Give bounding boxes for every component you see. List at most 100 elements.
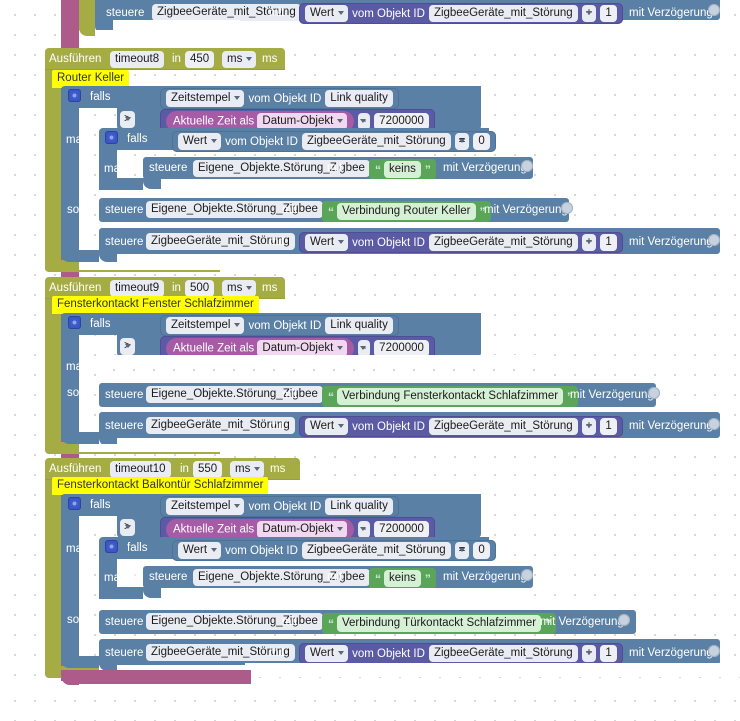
timeout9-left-getter[interactable]: Zeitstempel [166, 317, 245, 334]
timeout8-inner-getter[interactable]: Wert [178, 133, 222, 150]
timeout8-delay-field[interactable]: 450 [185, 51, 215, 69]
timeout8-left-getter[interactable]: Zeitstempel [166, 90, 245, 107]
timeout8-else2-object[interactable]: ZigbeeGeräte_mit_Störung [428, 234, 578, 251]
timeout10-else1-text-block[interactable]: “ Verbindung Türkontackt Schlafzimmer ” [322, 613, 557, 634]
timeout10-comment[interactable]: Fensterkontackt Balkontür Schlafzimmer [52, 477, 269, 495]
timeout10-else2-getter[interactable]: Wert [305, 645, 349, 662]
timeout8-else1-text-block[interactable]: “ Verbindung Router Keller ” [322, 201, 491, 222]
timeout10-compare-op-field[interactable]: > [120, 519, 135, 537]
blockly-workspace[interactable]: steuere ZigbeeGeräte_mit_Störung mit Wer… [0, 0, 740, 721]
timeout8-then-delay-label: mit Verzögerung [443, 162, 527, 174]
top-of-label: vom Objekt ID [352, 7, 425, 20]
timeout9-compare-op-field[interactable]: > [120, 338, 135, 356]
top-delay-toggle[interactable] [708, 4, 720, 16]
timeout9-else1-delay-label: mit Verzögerung [570, 389, 654, 401]
timeout9-falls-label: falls [90, 318, 111, 330]
timeout8-inner-value[interactable]: 0 [473, 133, 490, 150]
timeout10-right-value[interactable]: 7200000 [374, 521, 429, 538]
timeout8-sonst-label: sonst [67, 204, 95, 216]
timeout9-else2-arith[interactable]: Wert vom Objekt ID ZigbeeGeräte_mit_Stör… [299, 416, 623, 437]
timeout10-else2-object[interactable]: ZigbeeGeräte_mit_Störung [428, 645, 578, 662]
timeout8-name-field[interactable]: timeout8 [110, 51, 165, 69]
timeout9-else1-text[interactable]: Verbindung Fensterkontackt Schlafzimmer [337, 388, 564, 405]
timeout8-inner-op[interactable]: = [454, 133, 470, 150]
workspace-bottom-empty [0, 686, 740, 721]
timeout9-comment[interactable]: Fensterkontackt Fenster Schlafzimmer [52, 296, 259, 314]
timeout8-then-delay-toggle[interactable] [521, 160, 533, 172]
timeout9-in-label: in [172, 282, 181, 294]
timeout10-left-object[interactable]: Link quality [325, 498, 393, 515]
timeout8-inner-object[interactable]: ZigbeeGeräte_mit_Störung [301, 133, 451, 150]
timeout9-else1-delay-toggle[interactable] [648, 387, 660, 399]
timeout9-else2-delay-toggle[interactable] [708, 418, 720, 430]
timeout8-body-rail[interactable] [45, 70, 61, 270]
timeout9-else2-operand[interactable]: 1 [600, 418, 617, 435]
timeout10-left-getvalue[interactable]: Zeitstempel vom Objekt ID Link quality [160, 496, 399, 517]
timeout10-inner-getter[interactable]: Wert [178, 542, 222, 559]
timeout10-else2-op[interactable]: + [581, 645, 597, 662]
timeout10-then-target: Eigene_Objekte.Störung_Zigbee [193, 569, 370, 587]
timeout9-body-rail[interactable] [45, 299, 61, 451]
timeout8-left-object[interactable]: Link quality [325, 90, 393, 107]
timeout10-inner-object[interactable]: ZigbeeGeräte_mit_Störung [301, 542, 451, 559]
timeout8-left-of: vom Objekt ID [248, 92, 322, 105]
timeout8-else1-delay-toggle[interactable] [561, 202, 573, 214]
timeout10-else2-operand[interactable]: 1 [600, 645, 617, 662]
top-getter-field[interactable]: Wert [305, 5, 349, 22]
timeout10-then-text-block[interactable]: “ keins ” [369, 568, 436, 589]
timeout10-inner-gear-icon[interactable] [105, 540, 118, 553]
timeout9-else2-getter[interactable]: Wert [305, 418, 349, 435]
timeout9-else2-steuere: steuere [105, 420, 144, 432]
timeout8-then-target-field[interactable]: Eigene_Objekte.Störung_Zigbee [193, 160, 370, 178]
timeout8-else2-delay-toggle[interactable] [708, 234, 720, 246]
timeout8-else2-getter[interactable]: Wert [305, 234, 349, 251]
timeout8-else2-arith[interactable]: Wert vom Objekt ID ZigbeeGeräte_mit_Stör… [299, 232, 623, 253]
timeout10-inner-cond[interactable]: Wert vom Objekt ID ZigbeeGeräte_mit_Stör… [172, 540, 496, 561]
timeout10-gear-icon[interactable] [68, 497, 81, 510]
timeout9-left-getvalue[interactable]: Zeitstempel vom Objekt ID Link quality [160, 315, 399, 336]
timeout9-mache-empty-slot[interactable] [99, 355, 539, 379]
timeout9-else2-op[interactable]: + [581, 418, 597, 435]
timeout10-body-rail[interactable] [45, 480, 61, 675]
timeout10-right-op[interactable]: - [358, 521, 371, 538]
quote-open-icon: “ [375, 162, 381, 177]
timeout8-else2-op[interactable]: + [581, 234, 597, 251]
timeout10-inner-value[interactable]: 0 [473, 542, 490, 559]
timeout9-unit-value: ms [222, 280, 257, 298]
timeout8-gear-icon[interactable] [68, 89, 81, 102]
timeout10-else2-arith[interactable]: Wert vom Objekt ID ZigbeeGeräte_mit_Stör… [299, 643, 623, 664]
timeout9-left-object[interactable]: Link quality [325, 317, 393, 334]
timeout9-else2-object[interactable]: ZigbeeGeräte_mit_Störung [428, 418, 578, 435]
timeout9-else1-text-block[interactable]: “ Verbindung Fensterkontackt Schlafzimme… [322, 386, 579, 407]
timeout8-unit-field[interactable]: ms [222, 51, 257, 69]
timeout10-then-delay-toggle[interactable] [521, 569, 533, 581]
top-mit-label: mit [269, 7, 285, 19]
timeout10-sonst-label: sonst [67, 614, 95, 626]
timeout9-else1-mit: mit [282, 389, 298, 401]
timeout10-else1-text[interactable]: Verbindung Türkontackt Schlafzimmer [337, 615, 542, 632]
timeout9-mache-label: mache [66, 361, 101, 373]
timeout10-left-getter[interactable]: Zeitstempel [166, 498, 245, 515]
timeout8-then-text[interactable]: keins [384, 161, 421, 178]
top-operator-field[interactable]: + [581, 5, 597, 22]
timeout8-compare-op-field[interactable]: > [120, 111, 135, 129]
timeout8-then-text-block[interactable]: “ keins ” [369, 159, 436, 180]
top-arith-block[interactable]: Wert vom Objekt ID ZigbeeGeräte_mit_Stör… [299, 3, 623, 24]
timeout8-inner-gear-icon[interactable] [105, 131, 118, 144]
timeout9-else1-steuere: steuere [105, 389, 144, 401]
timeout10-then-target-field[interactable]: Eigene_Objekte.Störung_Zigbee [193, 569, 370, 587]
top-object-field[interactable]: ZigbeeGeräte_mit_Störung [428, 5, 578, 22]
timeout9-gear-icon[interactable] [68, 316, 81, 329]
timeout8-inner-falls-label: falls [127, 133, 148, 145]
timeout8-left-getvalue[interactable]: Zeitstempel vom Objekt ID Link quality [160, 88, 399, 109]
timeout10-date-mode[interactable]: Datum-Objekt [257, 521, 348, 538]
timeout8-else1-text[interactable]: Verbindung Router Keller [337, 203, 476, 220]
timeout10-else2-delay-toggle[interactable] [708, 645, 720, 657]
timeout10-else1-delay-toggle[interactable] [618, 614, 630, 626]
timeout9-cut4 [220, 442, 740, 458]
top-operand-field[interactable]: 1 [600, 5, 617, 22]
timeout8-inner-cond[interactable]: Wert vom Objekt ID ZigbeeGeräte_mit_Stör… [172, 131, 496, 152]
timeout10-inner-op[interactable]: = [454, 542, 470, 559]
timeout8-else2-operand[interactable]: 1 [600, 234, 617, 251]
timeout10-then-text[interactable]: keins [384, 570, 421, 587]
